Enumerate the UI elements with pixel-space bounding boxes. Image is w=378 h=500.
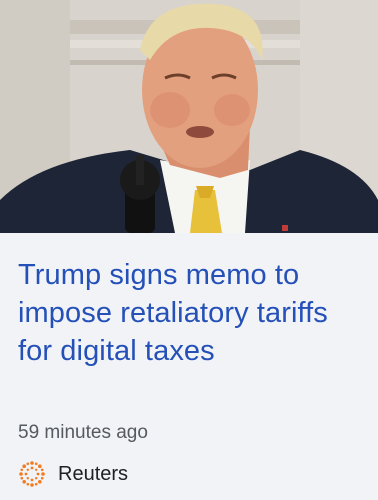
photo-illustration: [0, 0, 378, 233]
news-card[interactable]: Trump signs memo to impose retaliatory t…: [0, 0, 378, 500]
article-headline[interactable]: Trump signs memo to impose retaliatory t…: [18, 256, 368, 370]
article-source[interactable]: Reuters: [18, 460, 128, 488]
article-timestamp: 59 minutes ago: [18, 422, 148, 443]
article-photo[interactable]: [0, 0, 378, 233]
source-name: Reuters: [58, 462, 129, 485]
reuters-logo-icon: [19, 461, 45, 487]
